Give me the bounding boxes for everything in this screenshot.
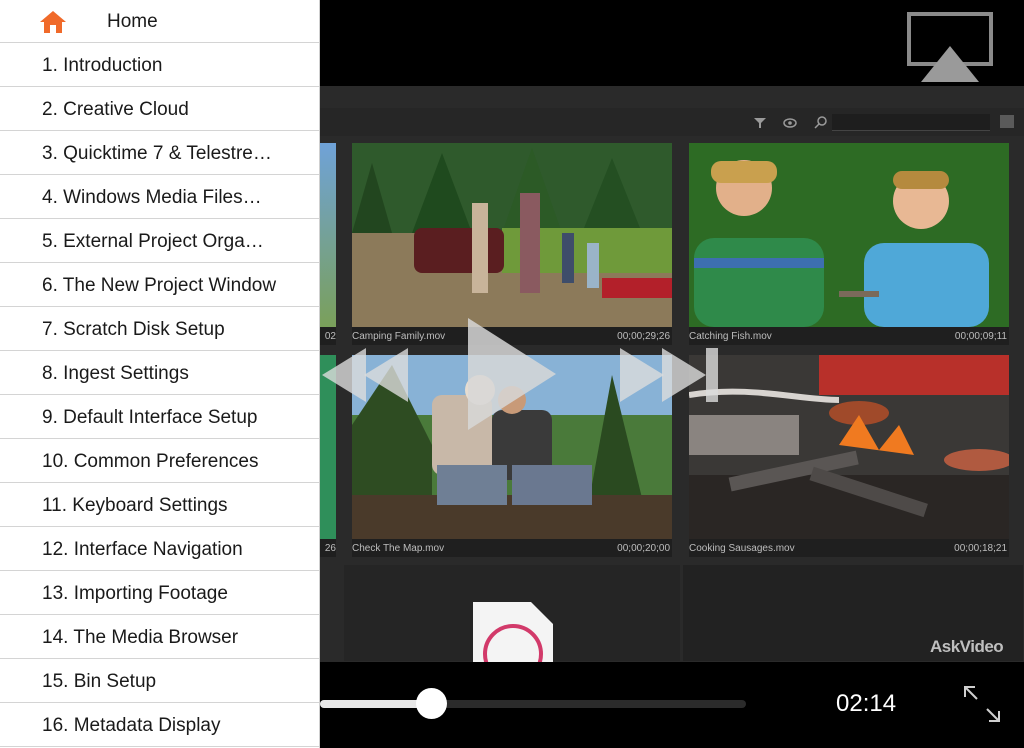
current-time: 02:14 bbox=[836, 690, 897, 717]
sidebar-item[interactable]: 12. Interface Navigation bbox=[0, 528, 319, 571]
sidebar-item[interactable]: 2. Creative Cloud bbox=[0, 88, 319, 131]
fast-forward-icon[interactable] bbox=[620, 348, 718, 402]
sidebar-item-label: 15. Bin Setup bbox=[42, 671, 157, 692]
sidebar-item-label: 9. Default Interface Setup bbox=[42, 407, 258, 428]
sidebar-item[interactable]: 13. Importing Footage bbox=[0, 572, 319, 615]
sidebar-item-label: 10. Common Preferences bbox=[42, 451, 259, 472]
sidebar-item[interactable]: 7. Scratch Disk Setup bbox=[0, 308, 319, 351]
search-icon[interactable] bbox=[814, 116, 828, 130]
clip-name: Catching Fish.mov bbox=[689, 331, 772, 342]
clip-name: Check The Map.mov bbox=[352, 543, 445, 554]
sidebar-item[interactable]: 9. Default Interface Setup bbox=[0, 396, 319, 439]
sidebar-item-label: 11. Keyboard Settings bbox=[42, 495, 228, 516]
timeline-progress bbox=[320, 700, 431, 708]
search-input[interactable] bbox=[832, 114, 990, 131]
sidebar-item-label: 5. External Project Orga… bbox=[42, 231, 264, 252]
sidebar-item[interactable]: 4. Windows Media Files… bbox=[0, 176, 319, 219]
panel-menu-icon[interactable] bbox=[1000, 115, 1014, 128]
sidebar-item[interactable]: 10. Common Preferences bbox=[0, 440, 319, 483]
clip-image bbox=[689, 143, 1009, 327]
clip-duration: 00;00;18;21 bbox=[954, 543, 1007, 554]
sidebar-item-label: 3. Quicktime 7 & Telestre… bbox=[42, 143, 272, 164]
sidebar-item-label: 7. Scratch Disk Setup bbox=[42, 319, 225, 340]
home-icon bbox=[40, 11, 66, 33]
sidebar-item[interactable]: 8. Ingest Settings bbox=[0, 352, 319, 395]
clip-name: Camping Family.mov bbox=[352, 331, 446, 342]
chapter-sidebar: Home 1. Introduction 2. Creative Cloud 3. … bbox=[0, 0, 320, 748]
airplay-icon[interactable] bbox=[907, 12, 993, 84]
clip-partial-duration: 02 bbox=[324, 331, 336, 342]
sidebar-item[interactable]: 3. Quicktime 7 & Telestre… bbox=[0, 132, 319, 175]
sidebar-item-label: 12. Interface Navigation bbox=[42, 539, 243, 560]
eye-icon[interactable] bbox=[783, 116, 797, 130]
sidebar-item-label: 8. Ingest Settings bbox=[42, 363, 189, 384]
sidebar-item[interactable]: 5. External Project Orga… bbox=[0, 220, 319, 263]
clip-image bbox=[352, 143, 672, 327]
clip-thumbnail[interactable]: Catching Fish.mov 00;00;09;11 bbox=[689, 143, 1009, 345]
clip-thumbnail[interactable]: Camping Family.mov 00;00;29;26 bbox=[352, 143, 672, 345]
clip-duration: 00;00;20;00 bbox=[617, 543, 670, 554]
sidebar-item-label: Home bbox=[107, 11, 158, 32]
clip-duration: 00;00;09;11 bbox=[954, 331, 1007, 342]
sidebar-item[interactable]: 1. Introduction bbox=[0, 44, 319, 87]
sidebar-item-label: 1. Introduction bbox=[42, 55, 163, 76]
sidebar-item-label: 2. Creative Cloud bbox=[42, 99, 189, 120]
sidebar-item-home[interactable]: Home bbox=[0, 0, 319, 43]
filter-icon[interactable] bbox=[753, 116, 767, 130]
sidebar-item[interactable]: 6. The New Project Window bbox=[0, 264, 319, 307]
sidebar-item-label: 4. Windows Media Files… bbox=[42, 187, 262, 208]
fullscreen-icon[interactable] bbox=[961, 683, 1003, 725]
sidebar-item[interactable]: 15. Bin Setup bbox=[0, 660, 319, 703]
clip-duration: 00;00;29;26 bbox=[617, 331, 670, 342]
sidebar-item-label: 13. Importing Footage bbox=[42, 583, 228, 604]
play-icon[interactable] bbox=[468, 318, 556, 430]
clip-partial-duration: 26 bbox=[324, 543, 336, 554]
sidebar-item-label: 14. The Media Browser bbox=[42, 627, 239, 648]
sidebar-item[interactable]: 11. Keyboard Settings bbox=[0, 484, 319, 527]
clip-partial-top[interactable]: 02 bbox=[320, 143, 336, 345]
clip-image bbox=[689, 355, 1009, 539]
sidebar-item-label: 16. Metadata Display bbox=[42, 715, 221, 736]
music-file-icon bbox=[473, 602, 553, 662]
sidebar-item[interactable]: 16. Metadata Display bbox=[0, 704, 319, 747]
watermark-logo: AskVideo bbox=[930, 637, 1004, 656]
timeline-scrubber[interactable] bbox=[416, 688, 447, 719]
sidebar-item[interactable]: 14. The Media Browser bbox=[0, 616, 319, 659]
clip-thumbnail[interactable]: Cooking Sausages.mov 00;00;18;21 bbox=[689, 355, 1009, 557]
sidebar-item-label: 6. The New Project Window bbox=[42, 275, 277, 296]
rewind-icon[interactable] bbox=[322, 348, 408, 402]
clip-name: Cooking Sausages.mov bbox=[689, 543, 795, 554]
